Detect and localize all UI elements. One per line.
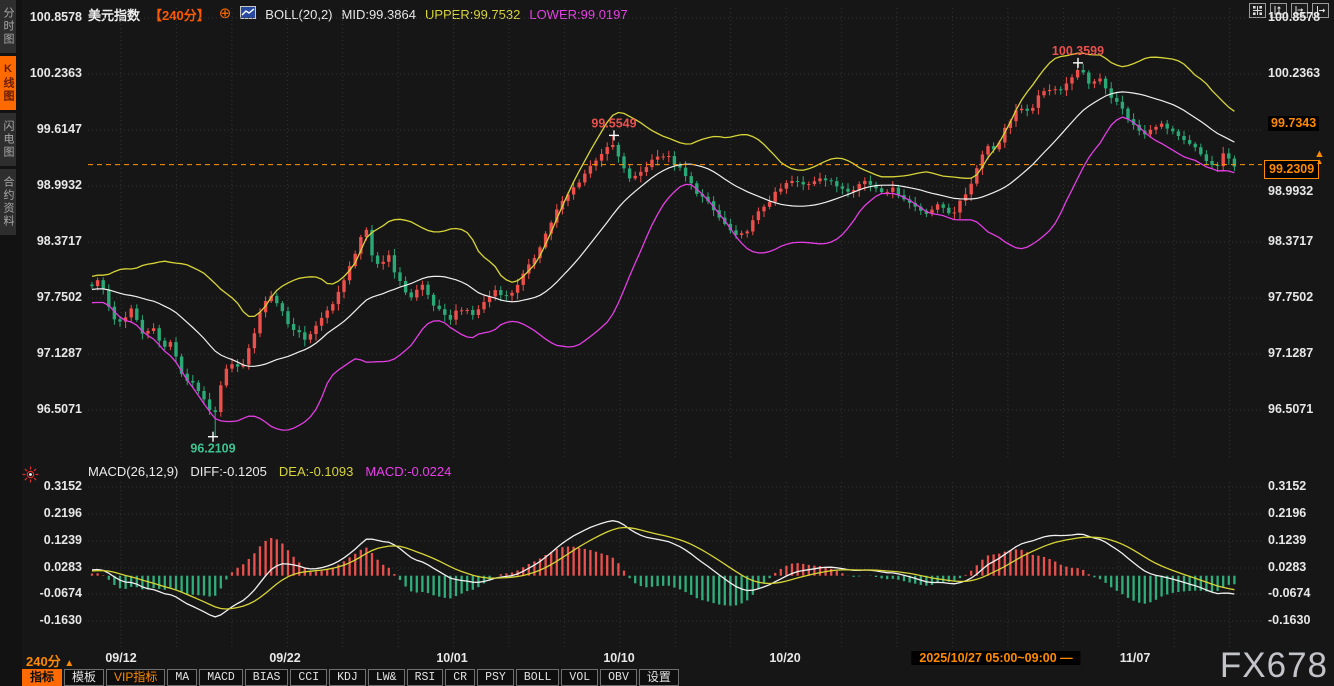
sidebar-item-3[interactable]: 合约资料: [0, 169, 16, 235]
tab-VIP指标[interactable]: VIP指标: [106, 669, 165, 686]
macd-axis-label: 0.3152: [1268, 479, 1306, 494]
macd-axis-label: -0.1630: [1268, 613, 1310, 628]
chart-application-window: 分时图K线图闪电图合约资料 美元指数 【240分】 ⊕ BOLL(20,2) M…: [0, 0, 1334, 686]
macd-axis-left: 0.3152 0.2196 0.1239 0.0283 -0.0674 -0.1630: [20, 0, 84, 660]
tab-BOLL[interactable]: BOLL: [516, 669, 560, 686]
tab-VOL[interactable]: VOL: [561, 669, 598, 686]
macd-axis-label: 0.3152: [44, 479, 82, 494]
macd-axis-label: 0.2196: [1268, 506, 1306, 521]
indicator-tab-bar: 指标模板VIP指标MAMACDBIASCCIKDJLW&RSICRPSYBOLL…: [22, 669, 681, 686]
left-sidebar: 分时图 K线图闪电图合约资料: [0, 0, 22, 686]
svg-text:96.2109: 96.2109: [190, 442, 235, 456]
macd-dea-value: DEA:-0.1093: [279, 464, 353, 479]
watermark: FX678: [1220, 646, 1328, 686]
svg-text:99.5549: 99.5549: [591, 116, 636, 130]
tab-MA[interactable]: MA: [167, 669, 197, 686]
tab-KDJ[interactable]: KDJ: [329, 669, 366, 686]
macd-axis-label: 0.0283: [1268, 560, 1306, 575]
tab-RSI[interactable]: RSI: [407, 669, 444, 686]
tab-CR[interactable]: CR: [445, 669, 475, 686]
tab-模板[interactable]: 模板: [64, 669, 104, 686]
macd-axis-right: 0.3152 0.2196 0.1239 0.0283 -0.0674 -0.1630: [1266, 0, 1332, 660]
time-axis: 09/12 09/22 10/01 10/10 10/20 2025/10/27 05:0…: [0, 651, 1334, 668]
date-label: 10/20: [769, 651, 800, 665]
sidebar-item-0[interactable]: 分时图: [0, 0, 16, 53]
date-label: 09/12: [105, 651, 136, 665]
macd-axis-label: -0.1630: [40, 613, 82, 628]
macd-axis-label: 0.0283: [44, 560, 82, 575]
macd-axis-label: -0.0674: [1268, 586, 1310, 601]
macd-diff-value: DIFF:-0.1205: [190, 464, 267, 479]
tab-MACD[interactable]: MACD: [199, 669, 243, 686]
tab-BIAS[interactable]: BIAS: [245, 669, 289, 686]
date-label: 11/07: [1120, 651, 1151, 665]
sidebar-item-2[interactable]: 闪电图: [0, 113, 16, 166]
macd-header: MACD(26,12,9) DIFF:-0.1205 DEA:-0.1093 M…: [88, 464, 451, 479]
macd-axis-label: -0.0674: [40, 586, 82, 601]
date-label: 09/22: [269, 651, 300, 665]
last-price-arrow-icon: ▲▲: [1314, 150, 1325, 164]
sidebar-item-1[interactable]: K线图: [0, 56, 16, 110]
tab-PSY[interactable]: PSY: [477, 669, 514, 686]
price-chart-canvas[interactable]: 99.5549 100.3599 96.2109: [88, 8, 1262, 460]
tab-设置[interactable]: 设置: [639, 669, 679, 686]
current-date-range-label: 2025/10/27 05:00~09:00 —: [911, 651, 1080, 665]
tab-OBV[interactable]: OBV: [600, 669, 637, 686]
macd-macd-value: MACD:-0.0224: [365, 464, 451, 479]
date-label: 10/01: [436, 651, 467, 665]
tab-指标[interactable]: 指标: [22, 669, 62, 686]
date-label: 10/10: [603, 651, 634, 665]
tab-LW&[interactable]: LW&: [368, 669, 405, 686]
macd-axis-label: 0.1239: [44, 533, 82, 548]
last-price-box: 99.2309: [1264, 160, 1319, 179]
svg-text:100.3599: 100.3599: [1052, 44, 1104, 58]
macd-axis-label: 0.1239: [1268, 533, 1306, 548]
tab-CCI[interactable]: CCI: [290, 669, 327, 686]
macd-params-label: MACD(26,12,9): [88, 464, 178, 479]
macd-axis-label: 0.2196: [44, 506, 82, 521]
macd-chart-canvas[interactable]: [88, 482, 1262, 648]
